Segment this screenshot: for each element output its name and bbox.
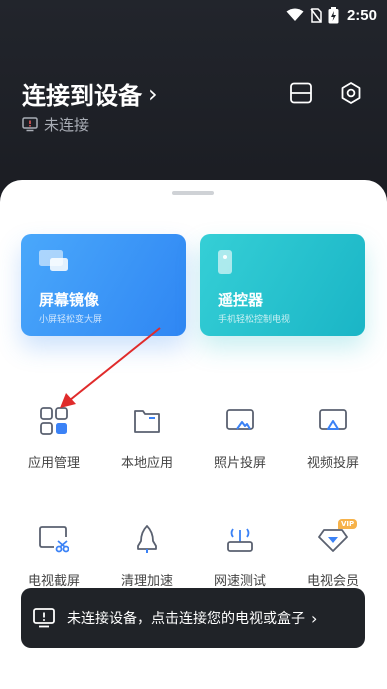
page-title: 连接到设备 [22, 82, 142, 110]
rocket-icon [137, 525, 157, 553]
connection-status: 未连接 [22, 114, 89, 135]
sheet-drag-handle[interactable] [172, 191, 214, 195]
gear-icon [341, 82, 361, 104]
grid-item-label: 网速测试 [213, 574, 266, 589]
card-subtitle: 手机轻松控制电视 [218, 315, 291, 325]
photo-cast-icon [226, 409, 254, 430]
screen-mirror-card[interactable]: 屏幕镜像 小屏轻松变大屏 [21, 234, 186, 336]
no-sim-icon [310, 7, 322, 23]
scan-button[interactable] [288, 80, 314, 106]
battery-icon [328, 6, 339, 23]
vip-badge: VIP [338, 519, 358, 529]
wifi-icon [286, 8, 304, 21]
grid-item-tv-vip[interactable]: VIP 电视会员 [293, 519, 373, 589]
grid-item-label: 本地应用 [120, 456, 173, 471]
grid-item-photo-cast[interactable]: 照片投屏 [200, 404, 280, 471]
grid-item-app-manager[interactable]: 应用管理 [14, 404, 94, 471]
router-icon [227, 528, 253, 552]
grid-item-label: 照片投屏 [213, 456, 266, 471]
grid-item-label: 清理加速 [120, 574, 173, 589]
grid-item-label: 视频投屏 [306, 456, 359, 471]
apps-grid-icon [40, 407, 68, 435]
card-title: 屏幕镜像 [39, 291, 100, 309]
grid-item-clean-boost[interactable]: 清理加速 [107, 522, 187, 589]
grid-item-video-cast[interactable]: 视频投屏 [293, 404, 373, 471]
connect-device-title[interactable]: 连接到设备 › [22, 76, 158, 111]
grid-item-label: 应用管理 [27, 456, 80, 471]
settings-button[interactable] [338, 80, 364, 106]
chevron-right-icon: › [311, 608, 318, 628]
vip-diamond-icon [318, 529, 348, 552]
video-cast-icon [319, 409, 347, 430]
grid-item-speed-test[interactable]: 网速测试 [200, 522, 280, 589]
grid-item-label: 电视截屏 [27, 574, 80, 589]
tv-icon [33, 608, 55, 628]
card-subtitle: 小屏轻松变大屏 [39, 315, 103, 325]
connect-prompt-toast[interactable]: 未连接设备，点击连接您的电视或盒子 › [21, 588, 365, 648]
toast-text: 未连接设备，点击连接您的电视或盒子 [67, 611, 305, 627]
remote-control-icon [218, 250, 232, 274]
status-time: 2:50 [346, 6, 377, 24]
chevron-right-icon: › [148, 79, 158, 108]
remote-control-card[interactable]: 遥控器 手机轻松控制电视 [200, 234, 365, 336]
disconnected-tv-icon [22, 117, 38, 132]
card-title: 遥控器 [218, 291, 264, 309]
scan-icon [290, 82, 312, 104]
folder-icon [134, 410, 160, 433]
screen-mirror-icon [39, 250, 68, 271]
status-text: 未连接 [44, 116, 90, 134]
grid-item-local-apps[interactable]: 本地应用 [107, 404, 187, 471]
grid-item-tv-screenshot[interactable]: 电视截屏 [14, 522, 94, 589]
tv-screenshot-icon [39, 526, 69, 553]
status-bar: 2:50 [0, 0, 387, 30]
grid-item-label: 电视会员 [306, 574, 359, 589]
